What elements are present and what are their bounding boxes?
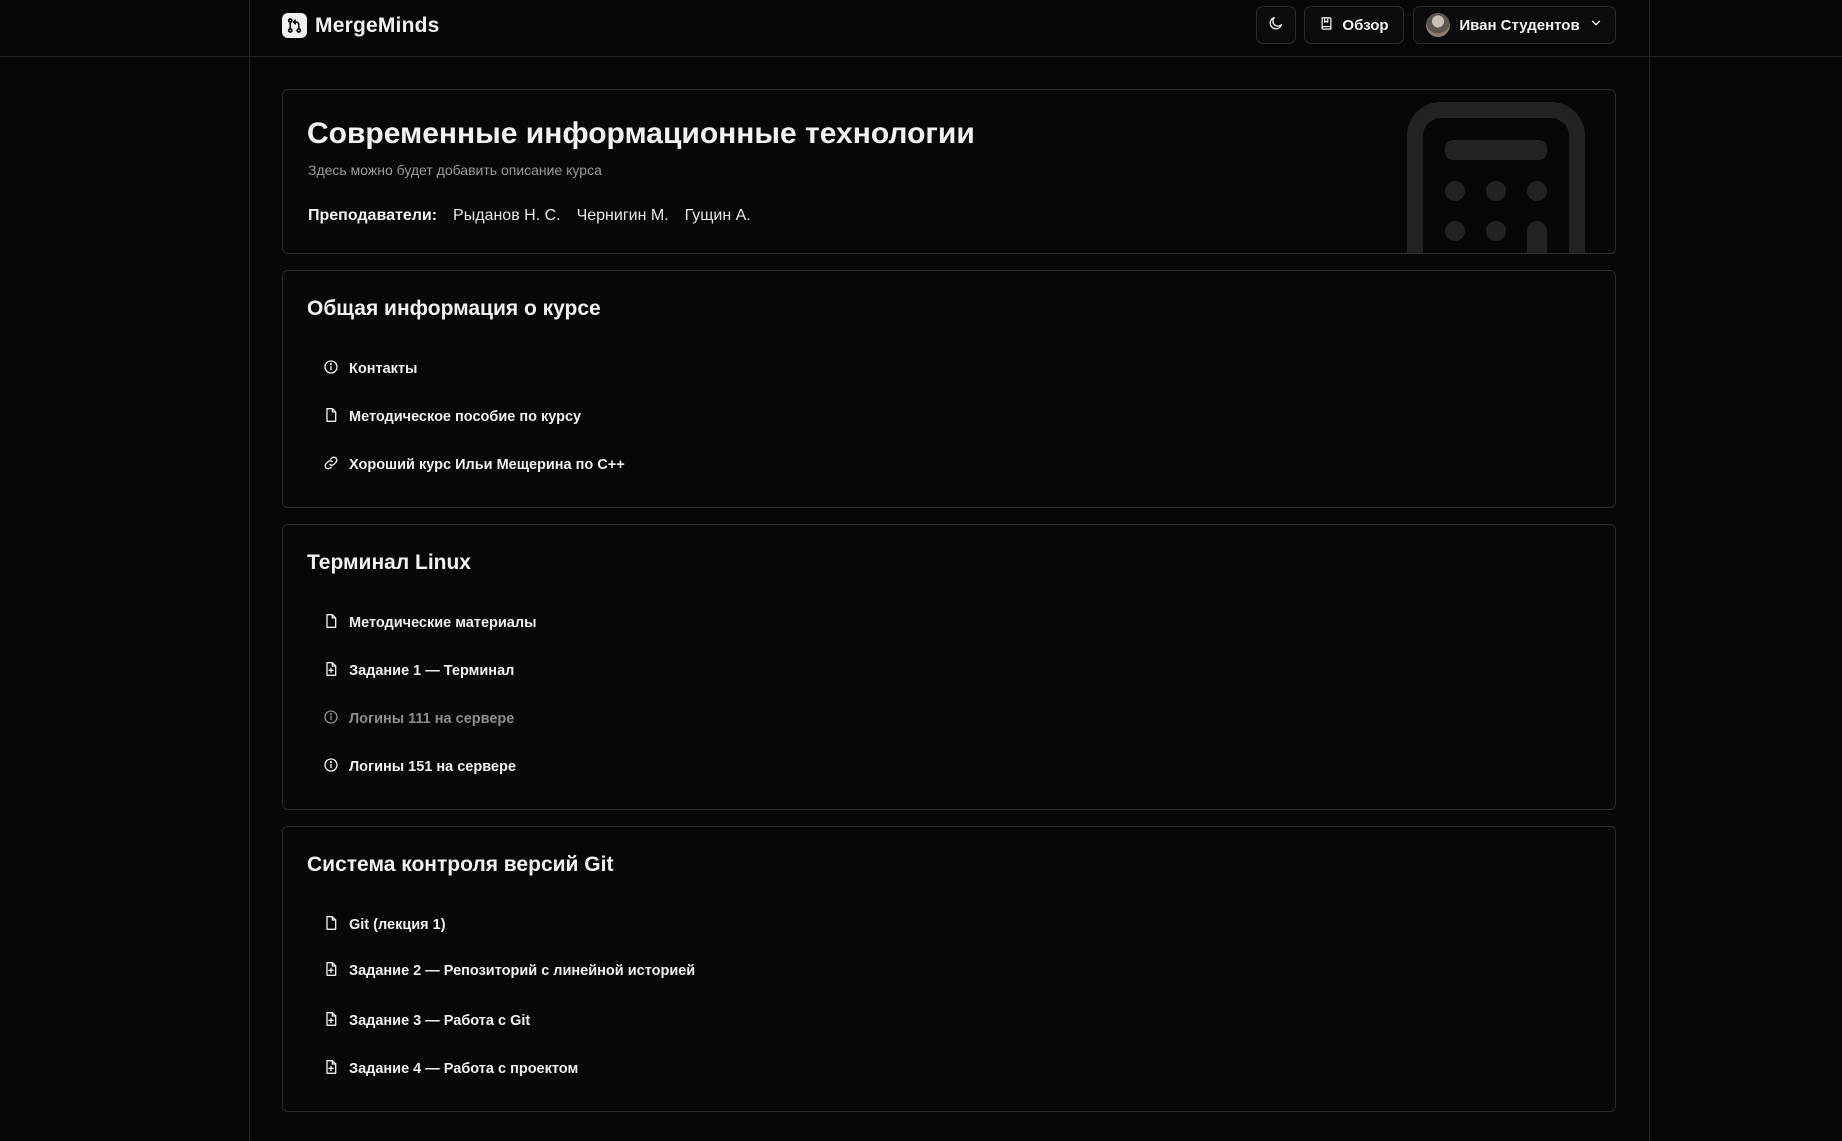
section-item[interactable]: Задание 1 — Терминал <box>323 661 514 681</box>
item-label: Задание 1 — Терминал <box>349 663 515 679</box>
file-plus-icon <box>323 661 339 681</box>
moon-icon <box>1268 15 1284 35</box>
section-item[interactable]: Git (лекция 1) <box>323 915 446 935</box>
section-item[interactable]: Задание 4 — Работа с проектом <box>323 1059 578 1079</box>
file-plus-icon <box>323 1011 339 1031</box>
section-item[interactable]: Хороший курс Ильи Мещерина по C++ <box>323 455 625 475</box>
section-item[interactable]: Задание 3 — Работа с Git <box>323 1011 530 1031</box>
file-plus-icon <box>323 1059 339 1079</box>
section-item[interactable]: Методические материалы <box>323 613 536 633</box>
section-title: Терминал Linux <box>307 551 471 574</box>
section-title: Система контроля версий Git <box>307 853 614 876</box>
item-label: Git (лекция 1) <box>349 917 446 933</box>
item-label: Методическое пособие по курсу <box>349 409 582 425</box>
app-name: MergeMinds <box>315 13 440 37</box>
info-icon <box>323 757 339 777</box>
chevron-down-icon <box>1589 16 1603 34</box>
theme-toggle-button[interactable] <box>1256 6 1296 44</box>
overview-label: Обзор <box>1342 16 1389 34</box>
section-title: Общая информация о курсе <box>307 297 601 320</box>
section-card: Терминал Linux Методические материалы За… <box>282 524 1616 810</box>
course-description: Здесь можно будет добавить описание курс… <box>308 162 602 178</box>
section-card: Общая информация о курсе Контакты Методи… <box>282 270 1616 508</box>
teacher-name: Гущин А. <box>684 207 751 224</box>
file-icon <box>323 613 339 633</box>
link-icon <box>323 455 339 475</box>
section-item[interactable]: Методическое пособие по курсу <box>323 407 581 427</box>
avatar <box>1426 13 1450 37</box>
file-plus-icon <box>323 961 339 981</box>
course-header-card: Современные информационные технологии Зд… <box>282 89 1616 254</box>
section-item[interactable]: Задание 2 — Репозиторий с линейной истор… <box>323 961 695 981</box>
merge-logo-icon <box>282 13 307 38</box>
user-menu-button[interactable]: Иван Студентов <box>1413 6 1616 44</box>
overview-button[interactable]: Обзор <box>1304 6 1404 44</box>
item-label: Хороший курс Ильи Мещерина по C++ <box>349 457 625 473</box>
info-icon <box>323 359 339 379</box>
user-name: Иван Студентов <box>1459 16 1580 34</box>
file-icon <box>323 407 339 427</box>
section-item[interactable]: Контакты <box>323 359 417 379</box>
app-logo[interactable]: MergeMinds <box>282 13 440 38</box>
course-title: Современные информационные технологии <box>307 117 975 150</box>
book-icon <box>1319 16 1334 35</box>
file-icon <box>323 915 339 935</box>
item-label: Контакты <box>349 361 418 377</box>
teachers-list: Преподаватели: Рыданов Н. С. Чернигин М.… <box>308 207 751 225</box>
item-label: Логины 151 на сервере <box>349 759 516 775</box>
teacher-name: Рыданов Н. С. <box>453 207 561 224</box>
top-bar: MergeMinds Обзор Иван Студентов <box>0 0 1842 57</box>
teacher-name: Чернигин М. <box>576 207 669 224</box>
section-card: Система контроля версий Git Git (лекция … <box>282 826 1616 1112</box>
calculator-icon <box>1405 100 1587 253</box>
item-label: Задание 4 — Работа с проектом <box>349 1061 579 1077</box>
section-item[interactable]: Логины 111 на сервере <box>323 709 514 729</box>
item-label: Задание 3 — Работа с Git <box>349 1013 531 1029</box>
teachers-label: Преподаватели: <box>308 207 438 224</box>
info-icon <box>323 709 339 729</box>
section-item[interactable]: Логины 151 на сервере <box>323 757 516 777</box>
item-label: Задание 2 — Репозиторий с линейной истор… <box>349 963 696 979</box>
item-label: Методические материалы <box>349 615 537 631</box>
item-label: Логины 111 на сервере <box>349 711 515 727</box>
